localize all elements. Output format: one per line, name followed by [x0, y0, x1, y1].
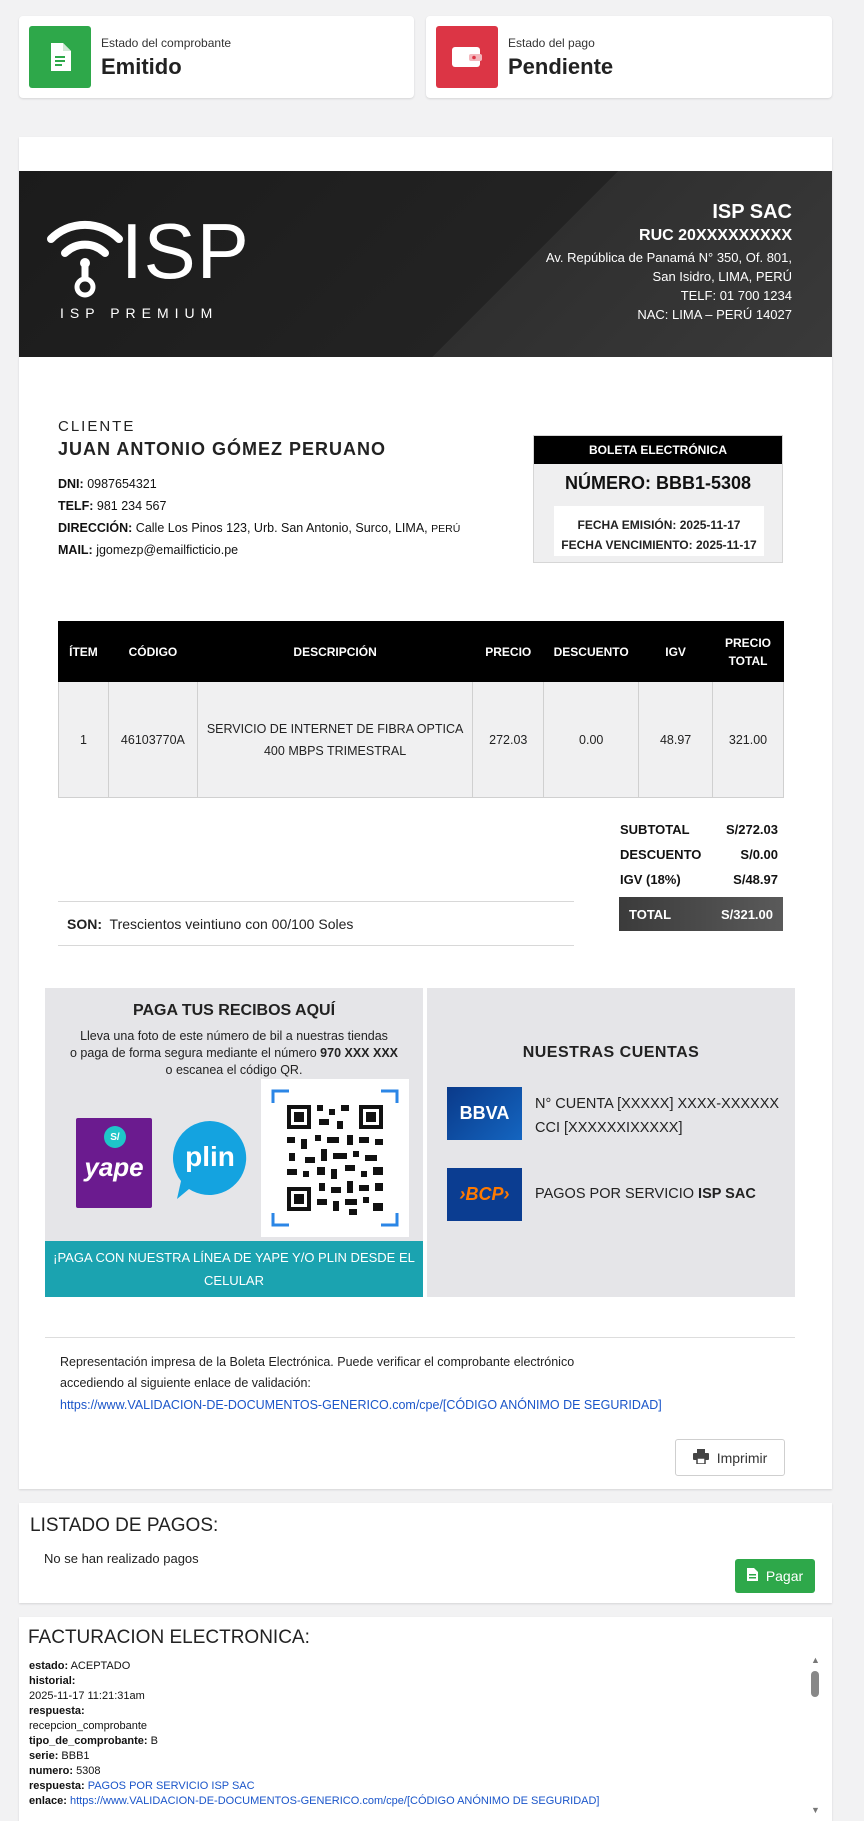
cell-item: 1: [58, 681, 109, 798]
yape-logo: S/ yape: [76, 1118, 152, 1208]
scroll-down-icon[interactable]: ▼: [811, 1805, 820, 1815]
cell-total: 321.00: [712, 681, 784, 798]
fecha-vencimiento: FECHA VENCIMIENTO: 2025-11-17: [561, 538, 757, 552]
company-address-1: Av. República de Panamá N° 350, Of. 801,: [545, 250, 792, 265]
wallet-icon: [436, 26, 498, 88]
client-direccion: DIRECCIÓN: Calle Los Pinos 123, Urb. San…: [58, 521, 461, 535]
bank-accounts-panel: NUESTRAS CUENTAS BBVA N° CUENTA [XXXXX] …: [427, 988, 795, 1297]
scrollbar[interactable]: ▲ ▼: [808, 1655, 822, 1815]
company-nac: NAC: LIMA – PERÚ 14027: [637, 307, 792, 322]
payment-methods-panel: PAGA TUS RECIBOS AQUÍ Lleva una foto de …: [45, 988, 423, 1311]
bcp-logo: ›BCP›: [447, 1168, 522, 1221]
pay-button-label: Pagar: [765, 1568, 804, 1584]
plin-logo: plin: [171, 1119, 249, 1203]
payments-title: LISTADO DE PAGOS:: [30, 1515, 219, 1536]
divider: [58, 901, 574, 902]
validation-text: Representación impresa de la Boleta Elec…: [60, 1355, 575, 1390]
validation-link[interactable]: https://www.VALIDACION-DE-DOCUMENTOS-GEN…: [60, 1398, 662, 1412]
pay-instructions: Lleva una foto de este número de bil a n…: [70, 1029, 398, 1077]
logo-text: ISP: [121, 207, 250, 295]
wifi-logo-icon: [45, 209, 125, 304]
print-label: Imprimir: [716, 1449, 768, 1466]
status-card-comprobante: Estado del comprobante Emitido: [19, 16, 414, 98]
bbva-logo: BBVA: [447, 1087, 522, 1140]
fecha-emision: FECHA EMISIÓN: 2025-11-17: [577, 518, 741, 532]
boleta-number: NÚMERO: BBB1-5308: [564, 473, 752, 493]
descuento-label: DESCUENTO: [620, 847, 702, 862]
company-banner: ISP ISP PREMIUM ISP SAC RUC 20XXXXXXXXX …: [19, 171, 832, 357]
client-telf: TELF: 981 234 567: [58, 499, 167, 513]
subtotal-label: SUBTOTAL: [620, 822, 690, 837]
e-invoicing-log: estado: ACEPTADO historial: 2025-11-17 1…: [29, 1660, 600, 1807]
col-precio-total: PRECIO TOTAL: [712, 621, 784, 682]
cell-codigo: 46103770A: [107, 681, 198, 798]
accounts-title: NUESTRAS CUENTAS: [522, 1044, 700, 1061]
company-address-2: San Isidro, LIMA, PERÚ: [652, 269, 792, 284]
subtotal-value: S/272.03: [725, 822, 778, 837]
e-invoicing-title: FACTURACION ELECTRONICA:: [28, 1627, 310, 1648]
status-label: Estado del comprobante: [101, 36, 232, 50]
status-value: Emitido: [101, 54, 182, 79]
items-table: ÍTEM CÓDIGO DESCRIPCIÓN PRECIO DESCUENTO…: [58, 621, 784, 798]
pay-title: PAGA TUS RECIBOS AQUÍ: [132, 1002, 336, 1019]
plin-text: plin: [185, 1141, 235, 1172]
client-mail: MAIL: jgomezp@emailficticio.pe: [58, 543, 239, 557]
status-label: Estado del pago: [508, 36, 595, 50]
e-invoicing-card: FACTURACION ELECTRONICA: estado: ACEPTAD…: [19, 1617, 832, 1821]
logo-subtitle: ISP PREMIUM: [60, 305, 219, 321]
company-name: ISP SAC: [712, 201, 792, 223]
descuento-value: S/0.00: [740, 847, 778, 862]
boleta-dates: FECHA EMISIÓN: 2025-11-17 FECHA VENCIMIE…: [554, 506, 764, 556]
payments-list-card: LISTADO DE PAGOS: No se han realizado pa…: [19, 1503, 832, 1603]
total-box: TOTAL S/321.00: [619, 897, 783, 931]
invoice-document: ISP ISP PREMIUM ISP SAC RUC 20XXXXXXXXX …: [19, 137, 832, 1489]
printer-icon: [692, 1448, 709, 1467]
scrollbar-thumb[interactable]: [811, 1671, 819, 1697]
client-dni: DNI: 0987654321: [58, 477, 157, 491]
col-descripcion: DESCRIPCIÓN: [196, 621, 474, 682]
status-card-pago: Estado del pago Pendiente: [426, 16, 832, 98]
col-descuento: DESCUENTO: [543, 621, 640, 682]
total-label: TOTAL: [629, 907, 672, 922]
cell-precio: 272.03: [472, 681, 545, 798]
company-phone: TELF: 01 700 1234: [680, 288, 792, 303]
yape-symbol: S/: [104, 1126, 126, 1148]
status-value: Pendiente: [508, 54, 614, 79]
col-igv: IGV: [638, 621, 714, 682]
yape-text: yape: [84, 1152, 144, 1182]
company-ruc: RUC 20XXXXXXXXX: [639, 227, 792, 244]
cell-descripcion: SERVICIO DE INTERNET DE FIBRA OPTICA 400 …: [196, 681, 474, 798]
igv-label: IGV (18%): [620, 872, 681, 887]
scroll-up-icon[interactable]: ▲: [811, 1655, 820, 1665]
document-icon: [29, 26, 91, 88]
total-value: S/321.00: [720, 907, 773, 922]
qr-code: [261, 1079, 409, 1237]
pay-banner: ¡PAGA CON NUESTRA LÍNEA DE YAPE Y/O PLIN…: [45, 1241, 423, 1311]
boleta-title: BOLETA ELECTRÓNICA: [534, 436, 782, 464]
col-item: ÍTEM: [58, 621, 109, 682]
client-heading: CLIENTE: [58, 418, 136, 435]
payments-empty: No se han realizado pagos: [44, 1551, 199, 1566]
enlace-link[interactable]: https://www.VALIDACION-DE-DOCUMENTOS-GEN…: [70, 1795, 600, 1807]
col-codigo: CÓDIGO: [107, 621, 198, 682]
bbva-account: N° CUENTA [XXXXX] XXXX-XXXXXX CCI [XXXXX…: [535, 1096, 780, 1136]
cell-descuento: 0.00: [543, 681, 640, 798]
pay-button[interactable]: Pagar: [735, 1559, 815, 1593]
document-icon: [746, 1568, 758, 1584]
client-name: JUAN ANTONIO GÓMEZ PERUANO: [58, 439, 387, 459]
bcp-account: PAGOS POR SERVICIO ISP SAC: [535, 1186, 756, 1202]
table-header-row: ÍTEM CÓDIGO DESCRIPCIÓN PRECIO DESCUENTO…: [58, 621, 784, 682]
divider: [45, 1337, 795, 1338]
boleta-box: BOLETA ELECTRÓNICA NÚMERO: BBB1-5308 FEC…: [533, 435, 783, 563]
divider: [58, 945, 574, 946]
print-button[interactable]: Imprimir: [675, 1439, 785, 1476]
table-row: 1 46103770A SERVICIO DE INTERNET DE FIBR…: [58, 681, 784, 798]
cell-igv: 48.97: [638, 681, 714, 798]
igv-value: S/48.97: [733, 872, 778, 887]
amount-in-words: SON: Trescientos veintiuno con 00/100 So…: [67, 916, 354, 932]
col-precio: PRECIO: [472, 621, 545, 682]
